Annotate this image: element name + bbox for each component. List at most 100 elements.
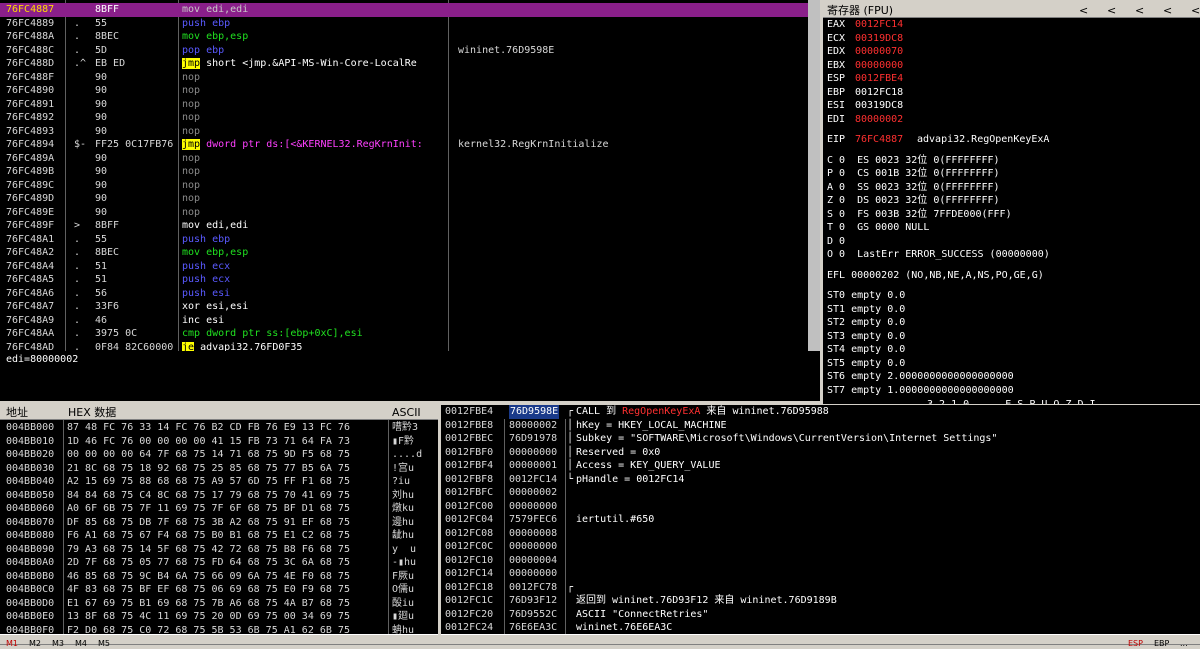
vertical-splitter[interactable] — [820, 0, 823, 404]
stack-pane[interactable]: 0012FBE4 76D9598E ┌ CALL 到 RegOpenKeyExA 来自… — [441, 405, 1200, 635]
efl-row: EFL 00000202 (NO,NB,NE,A,NS,PO,GE,G) — [827, 269, 1197, 283]
dump-tab[interactable]: M5 — [98, 639, 110, 648]
stack-row[interactable]: 0012FBF0 00000000 │ Reserved = 0x0 — [441, 446, 1200, 460]
disasm-row[interactable]: 76FC4891 90 nop — [0, 98, 808, 112]
register-row[interactable]: ECX 00319DC8 — [827, 32, 1197, 46]
stack-mode-label[interactable]: ESP — [1128, 639, 1143, 648]
disasm-row[interactable]: 76FC489F >8BFF mov edi,edi — [0, 219, 808, 233]
stack-row[interactable]: 0012FC10 00000004 — [441, 554, 1200, 568]
dump-tab[interactable]: M2 — [29, 639, 41, 648]
register-value[interactable]: 00000000 — [855, 59, 903, 73]
disasm-row[interactable]: 76FC4887 8BFF mov edi,edi — [0, 3, 808, 17]
reg-nav-arrow[interactable]: < — [1079, 3, 1088, 18]
disasm-row[interactable]: 76FC48A6. 56 push esi — [0, 287, 808, 301]
stack-row[interactable]: 0012FBE8 80000002 │ hKey = HKEY_LOCAL_MACHI… — [441, 419, 1200, 433]
disasm-address: 76FC48A4 — [6, 260, 55, 272]
register-value[interactable]: 00319DC8 — [855, 99, 903, 113]
register-row[interactable]: EIP 76FC4887 advapi32.RegOpenKeyExA — [827, 133, 1197, 147]
stack-comment-part: hKey = HKEY_LOCAL_MACHINE — [576, 419, 727, 431]
disasm-row[interactable]: 76FC488D .^ EB ED jmp short <jmp.&API-MS-Wi… — [0, 57, 808, 71]
register-row[interactable]: ESP 0012FBE4 — [827, 72, 1197, 86]
register-value[interactable]: 0012FC14 — [855, 18, 903, 32]
stack-row[interactable]: 0012FBFC 00000002 — [441, 486, 1200, 500]
disasm-row[interactable]: 76FC488C. 5D pop ebp wininet.76D9598E — [0, 44, 808, 58]
disasm-row[interactable]: 76FC48AD. 0F84 82C60000 je advapi32.76FD0F… — [0, 341, 808, 351]
dump-pane[interactable]: 004BB000 87 48 FC 76 33 14 FC 76 B2 CD FB… — [0, 420, 438, 634]
stack-value: 76D9552C — [509, 608, 558, 620]
dump-address: 004BB0B0 — [6, 570, 55, 582]
registers-pane[interactable]: EAX 0012FC14 ECX 00319DC8 EDX 00000070 EBX 0000… — [823, 18, 1200, 404]
register-row[interactable]: EBX 00000000 — [827, 59, 1197, 73]
disasm-row[interactable]: 76FC488A. 8BEC mov ebp,esp — [0, 30, 808, 44]
disasm-row[interactable]: 76FC4889. 55 push ebp — [0, 17, 808, 31]
disasm-row[interactable]: 76FC48A2. 8BEC mov ebp,esp — [0, 246, 808, 260]
reg-nav-arrow[interactable]: < — [1135, 3, 1144, 18]
dump-ascii: y u — [392, 543, 417, 555]
disassembly-scrollbar[interactable] — [808, 0, 820, 351]
stack-row[interactable]: 0012FC1C 76D93F12 返回到 wininet.76D93F12 来自 … — [441, 594, 1200, 608]
reg-nav-arrow[interactable]: < — [1191, 3, 1200, 18]
stack-mode-label[interactable]: EBP — [1154, 639, 1169, 648]
stack-row[interactable]: 0012FBE4 76D9598E ┌ CALL 到 RegOpenKeyExA 来自… — [441, 405, 1200, 419]
disasm-row[interactable]: 76FC489C 90 nop — [0, 179, 808, 193]
stack-row[interactable]: 0012FBEC 76D91978 │ Subkey = "SOFTWARE\Micr… — [441, 432, 1200, 446]
disasm-row[interactable]: 76FC489B 90 nop — [0, 165, 808, 179]
reg-nav-arrow[interactable]: < — [1107, 3, 1116, 18]
instruction-part: xor esi,esi — [182, 301, 249, 312]
stack-row[interactable]: 0012FC20 76D9552C ASCII "ConnectRetries" — [441, 608, 1200, 622]
disasm-row[interactable]: 76FC48A4. 51 push ecx — [0, 260, 808, 274]
disasm-row[interactable]: 76FC488F 90 nop — [0, 71, 808, 85]
register-value[interactable]: 76FC4887 — [855, 133, 903, 147]
disasm-row[interactable]: 76FC48A9. 46 inc esi — [0, 314, 808, 328]
dump-tab[interactable]: M4 — [75, 639, 87, 648]
reg-nav-arrow[interactable]: < — [1163, 3, 1172, 18]
stack-row[interactable]: 0012FC18 0012FC78 ┌ — [441, 581, 1200, 595]
register-row[interactable]: ESI 00319DC8 — [827, 99, 1197, 113]
disasm-row[interactable]: 76FC48A5. 51 push ecx — [0, 273, 808, 287]
disassembly-rows: 76FC4887 8BFF mov edi,edi 76FC4889. 55 push e… — [0, 3, 808, 351]
stack-comment: 返回到 wininet.76D93F12 来自 wininet.76D9189B — [576, 594, 837, 608]
disasm-row[interactable]: 76FC489D 90 nop — [0, 192, 808, 206]
disasm-row[interactable]: 76FC489E 90 nop — [0, 206, 808, 220]
register-value[interactable]: 00319DC8 — [855, 32, 903, 46]
register-value[interactable]: 0012FBE4 — [855, 72, 903, 86]
disasm-row[interactable]: 76FC489A 90 nop — [0, 152, 808, 166]
register-value[interactable]: 0012FC18 — [855, 86, 903, 100]
disasm-row[interactable]: 76FC4894 $- FF25 0C17FB76 jmp dword ptr ds:… — [0, 138, 808, 152]
disasm-row[interactable]: 76FC4893 90 nop — [0, 125, 808, 139]
dump-tab[interactable]: M1 — [6, 639, 18, 648]
stack-row[interactable]: 0012FBF8 0012FC14 └ pHandle = 0012FC14 — [441, 473, 1200, 487]
disasm-mark: . — [74, 301, 81, 312]
disasm-instruction: mov edi,edi — [182, 219, 448, 233]
register-row[interactable]: EDX 00000070 — [827, 45, 1197, 59]
stack-hscroll[interactable] — [441, 634, 1200, 644]
disasm-row[interactable]: 76FC48A7. 33F6 xor esi,esi — [0, 300, 808, 314]
dump-tab[interactable]: M3 — [52, 639, 64, 648]
stack-value: 00000001 — [509, 460, 558, 471]
disasm-row[interactable]: 76FC48A1. 55 push ebp — [0, 233, 808, 247]
stack-address: 0012FBEC — [445, 433, 494, 444]
stack-row[interactable]: 0012FC24 76E6EA3C wininet.76E6EA3C — [441, 621, 1200, 635]
disasm-row[interactable]: 76FC4892 90 nop — [0, 111, 808, 125]
stack-row[interactable]: 0012FC00 00000000 — [441, 500, 1200, 514]
stack-row[interactable]: 0012FC08 00000008 — [441, 527, 1200, 541]
register-value[interactable]: 00000070 — [855, 45, 903, 59]
register-row[interactable]: EDI 80000002 — [827, 113, 1197, 127]
stack-row[interactable]: 0012FC04 7579FEC6 iertutil.#650 — [441, 513, 1200, 527]
stack-address: 0012FC14 — [445, 568, 494, 579]
stack-row[interactable]: 0012FC0C 00000000 — [441, 540, 1200, 554]
fpu-tail-row: 3 2 1 0 E S P U O Z D I — [827, 397, 1197, 404]
disasm-row[interactable]: 76FC48AA. 3975 0C cmp dword ptr ss:[ebp+0x… — [0, 327, 808, 341]
disassembly-pane[interactable]: 76FC4887 8BFF mov edi,edi 76FC4889. 55 push e… — [0, 0, 820, 351]
register-row[interactable]: EBP 0012FC18 — [827, 86, 1197, 100]
flag-row-text: Z 0 DS 0023 32位 0(FFFFFFFF) — [827, 195, 1000, 206]
register-row[interactable]: EAX 0012FC14 — [827, 18, 1197, 32]
stack-row[interactable]: 0012FBF4 00000001 │ Access = KEY_QUERY_VALU… — [441, 459, 1200, 473]
stack-row[interactable]: 0012FC14 00000000 — [441, 567, 1200, 581]
instruction-part: push ecx — [182, 274, 231, 285]
stack-mode-label[interactable]: ... — [1180, 639, 1188, 648]
fpu-row: ST0 empty 0.0 — [827, 289, 1197, 303]
register-value[interactable]: 80000002 — [855, 113, 903, 127]
dump-address: 004BB080 — [6, 530, 55, 541]
disasm-row[interactable]: 76FC4890 90 nop — [0, 84, 808, 98]
